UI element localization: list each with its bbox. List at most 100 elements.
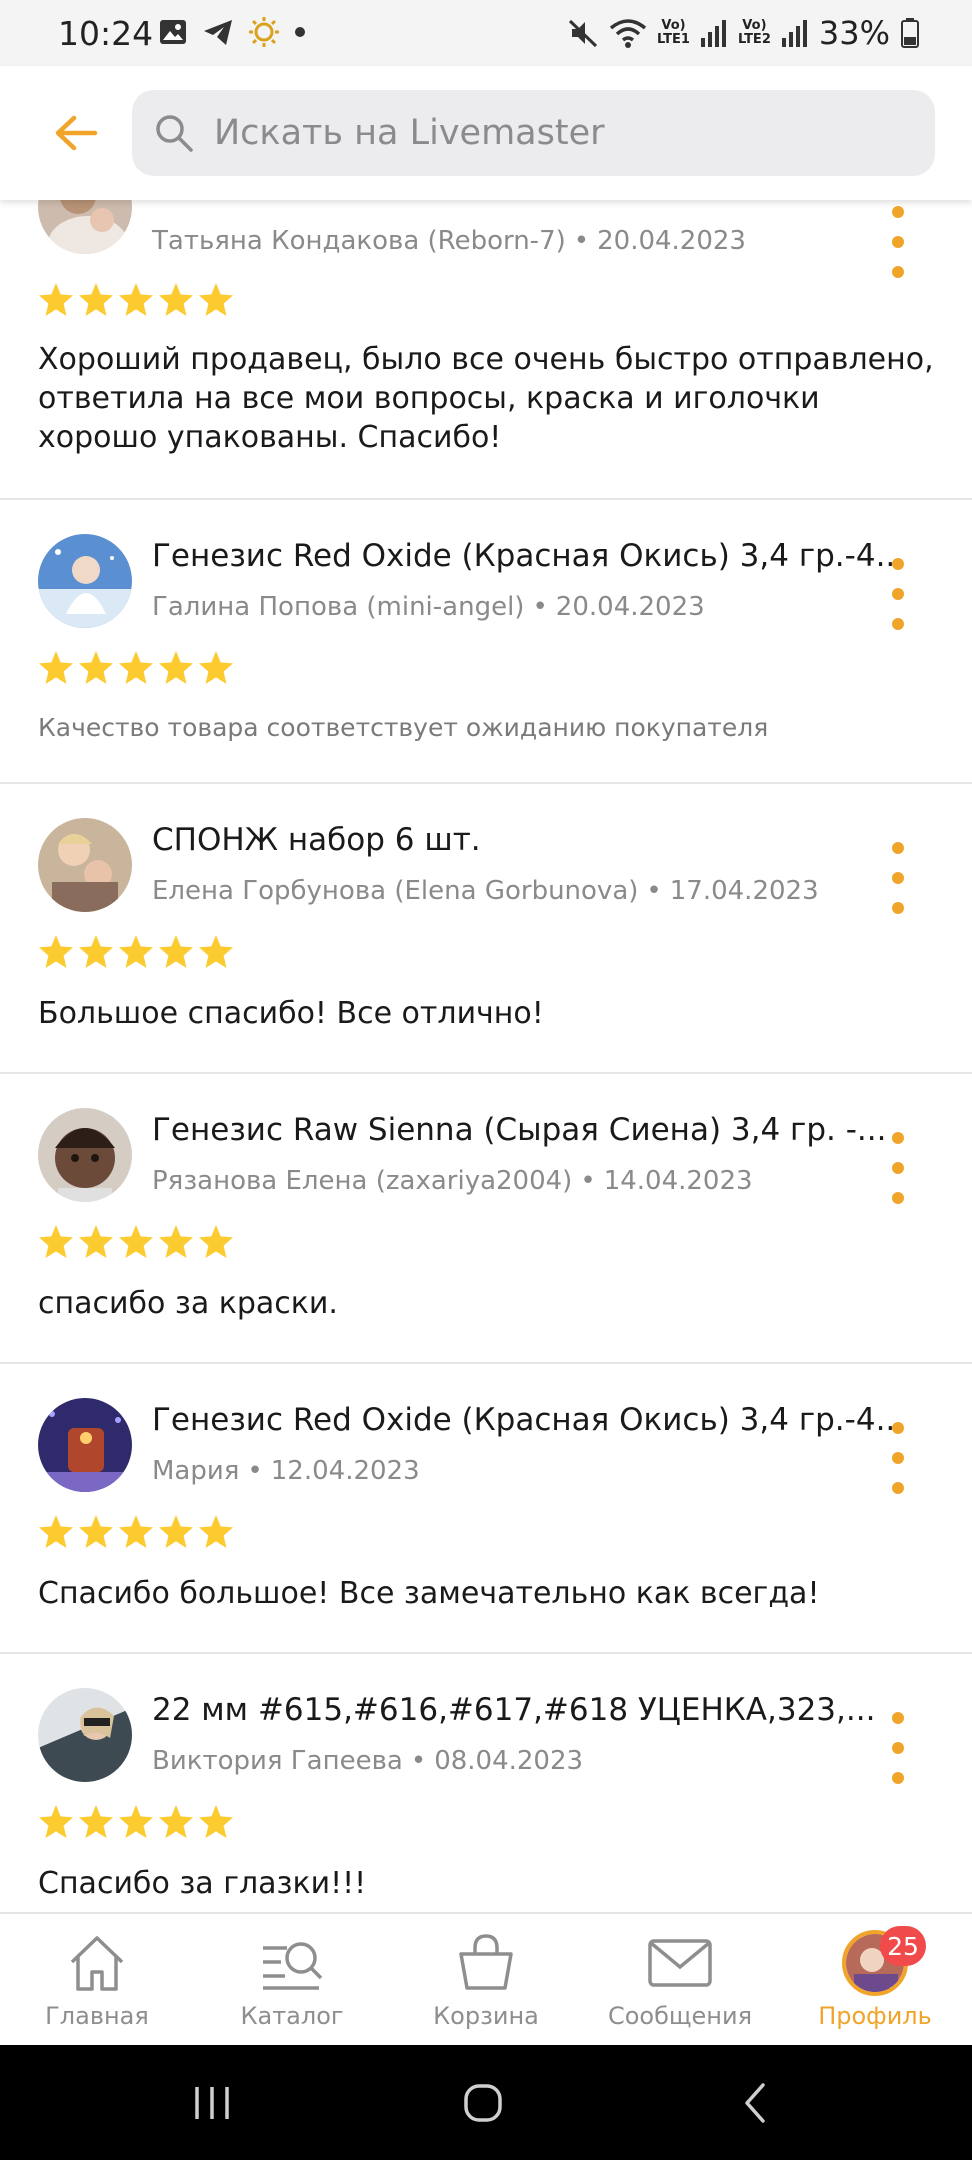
rating-stars [38, 1804, 234, 1840]
gallery-icon [160, 20, 186, 44]
battery-percent: 33% [818, 14, 890, 52]
review-product-title[interactable]: Генезис Raw Sienna (Сырая Сиена) 3,4 гр.… [152, 1112, 886, 1148]
review-text: спасибо за краски. [38, 1286, 338, 1321]
system-navigation-bar [0, 2045, 972, 2160]
more-notifications-icon [295, 27, 305, 37]
review-date: 14.04.2023 [603, 1166, 753, 1196]
star-icon [199, 283, 233, 316]
review-date: 20.04.2023 [555, 592, 705, 622]
star-icon [79, 1515, 113, 1548]
review-menu-button[interactable] [888, 206, 908, 278]
review-item: Татьяна Кондакова (Reborn-7) • 20.04.2023 … [0, 200, 972, 500]
star-icon [119, 1515, 153, 1548]
review-product-title[interactable]: 22 мм #615,#616,#617,#618 УЦЕНКА,323,... [152, 1692, 875, 1728]
reviewer-avatar[interactable] [38, 1398, 132, 1492]
star-icon [199, 1515, 233, 1548]
nav-cart[interactable]: Корзина [391, 1914, 581, 2047]
star-icon [119, 283, 153, 316]
notification-badge: 25 [880, 1926, 926, 1966]
star-icon [39, 1515, 73, 1548]
review-menu-button[interactable] [888, 1422, 908, 1494]
status-time: 10:24 [58, 14, 154, 53]
home-system-button[interactable] [453, 2075, 513, 2131]
star-icon [79, 651, 113, 684]
star-icon [39, 651, 73, 684]
search-input[interactable]: Искать на Livemaster [132, 90, 935, 176]
reviews-list[interactable]: Татьяна Кондакова (Reborn-7) • 20.04.2023 … [0, 200, 972, 1912]
notification-icons [158, 16, 306, 48]
star-icon [159, 1805, 193, 1838]
recent-apps-button[interactable] [182, 2075, 242, 2131]
review-meta: Галина Попова (mini-angel) • 20.04.2023 [152, 592, 705, 622]
arrow-left-icon [55, 115, 98, 151]
home-circle-icon [464, 2084, 502, 2122]
reviewer-avatar[interactable] [38, 1688, 132, 1782]
star-icon [39, 1805, 73, 1838]
review-product-title[interactable]: Генезис Red Oxide (Красная Окись) 3,4 гр… [152, 1402, 905, 1438]
nav-messages-label: Сообщения [607, 2002, 753, 2030]
review-product-title[interactable]: СПОНЖ набор 6 шт. [152, 822, 481, 858]
star-icon [39, 1225, 73, 1258]
review-menu-button[interactable] [888, 1712, 908, 1784]
review-text: Качество товара соответствует ожиданию п… [38, 713, 769, 742]
review-menu-button[interactable] [888, 558, 908, 630]
review-meta: Елена Горбунова (Elena Gorbunova) • 17.04.… [152, 876, 819, 906]
reviewer-avatar[interactable] [38, 534, 132, 628]
system-status-icons: Vo) LTE1 Vo) LTE2 33% [567, 14, 920, 52]
review-item: 22 мм #615,#616,#617,#618 УЦЕНКА,323,...… [0, 1654, 972, 1912]
battery-icon [901, 18, 919, 48]
app-header: Искать на Livemaster [0, 66, 972, 200]
search-placeholder: Искать на Livemaster [214, 113, 605, 153]
nav-home[interactable]: Главная [2, 1914, 192, 2047]
wifi-icon [609, 19, 647, 48]
sun-icon [249, 17, 279, 47]
rating-stars [38, 1224, 234, 1260]
review-product-title[interactable]: Генезис Red Oxide (Красная Окись) 3,4 гр… [152, 538, 905, 574]
review-menu-button[interactable] [888, 1132, 908, 1204]
review-text: Спасибо за глазки!!! [38, 1866, 367, 1901]
nav-profile[interactable]: 25 Профиль [780, 1914, 970, 2047]
nav-messages[interactable]: Сообщения [585, 1914, 775, 2047]
star-icon [159, 1225, 193, 1258]
reviewer-avatar[interactable] [38, 818, 132, 912]
star-icon [159, 283, 193, 316]
rating-stars [38, 934, 234, 970]
nav-catalog[interactable]: Каталог [197, 1914, 387, 2047]
back-button[interactable] [44, 106, 108, 160]
review-date: 17.04.2023 [669, 876, 819, 906]
home-icon [64, 1930, 130, 1996]
chevron-left-icon [745, 2083, 765, 2123]
status-bar: 10:24 Vo) LTE1 Vo) LTE2 33% [0, 0, 972, 66]
review-meta: Татьяна Кондакова (Reborn-7) • 20.04.2023 [152, 226, 746, 256]
shopping-bag-icon [453, 1930, 519, 1996]
signal-icon [700, 20, 726, 47]
nav-catalog-label: Каталог [240, 2002, 344, 2030]
envelope-icon [647, 1930, 713, 1996]
review-author[interactable]: Елена Горбунова (Elena Gorbunova) [152, 876, 638, 906]
star-icon [199, 1805, 233, 1838]
star-icon [119, 1805, 153, 1838]
bottom-navigation: Главная Каталог Корзина Сообщения 25 Про… [0, 1912, 972, 2045]
review-item: Генезис Red Oxide (Красная Окись) 3,4 гр… [0, 500, 972, 784]
profile-icon: 25 [842, 1926, 926, 1996]
nav-home-label: Главная [45, 2002, 149, 2030]
star-icon [79, 935, 113, 968]
nav-profile-label: Профиль [818, 2002, 932, 2030]
review-author[interactable]: Татьяна Кондакова (Reborn-7) [152, 226, 566, 256]
review-author[interactable]: Мария [152, 1456, 239, 1486]
review-author[interactable]: Рязанова Елена (zaxariya2004) [152, 1166, 572, 1196]
reviewer-avatar[interactable] [38, 1108, 132, 1202]
rating-stars [38, 1514, 234, 1550]
review-meta: Рязанова Елена (zaxariya2004) • 14.04.2023 [152, 1166, 753, 1196]
review-author[interactable]: Виктория Гапеева [152, 1746, 403, 1776]
search-icon [156, 115, 193, 152]
star-icon [79, 1225, 113, 1258]
review-meta: Мария • 12.04.2023 [152, 1456, 420, 1486]
review-author[interactable]: Галина Попова (mini-angel) [152, 592, 524, 622]
back-system-button[interactable] [726, 2075, 786, 2131]
mute-icon [568, 19, 598, 48]
reviewer-avatar[interactable] [38, 200, 132, 254]
star-icon [119, 651, 153, 684]
review-menu-button[interactable] [888, 842, 908, 914]
star-icon [119, 1225, 153, 1258]
